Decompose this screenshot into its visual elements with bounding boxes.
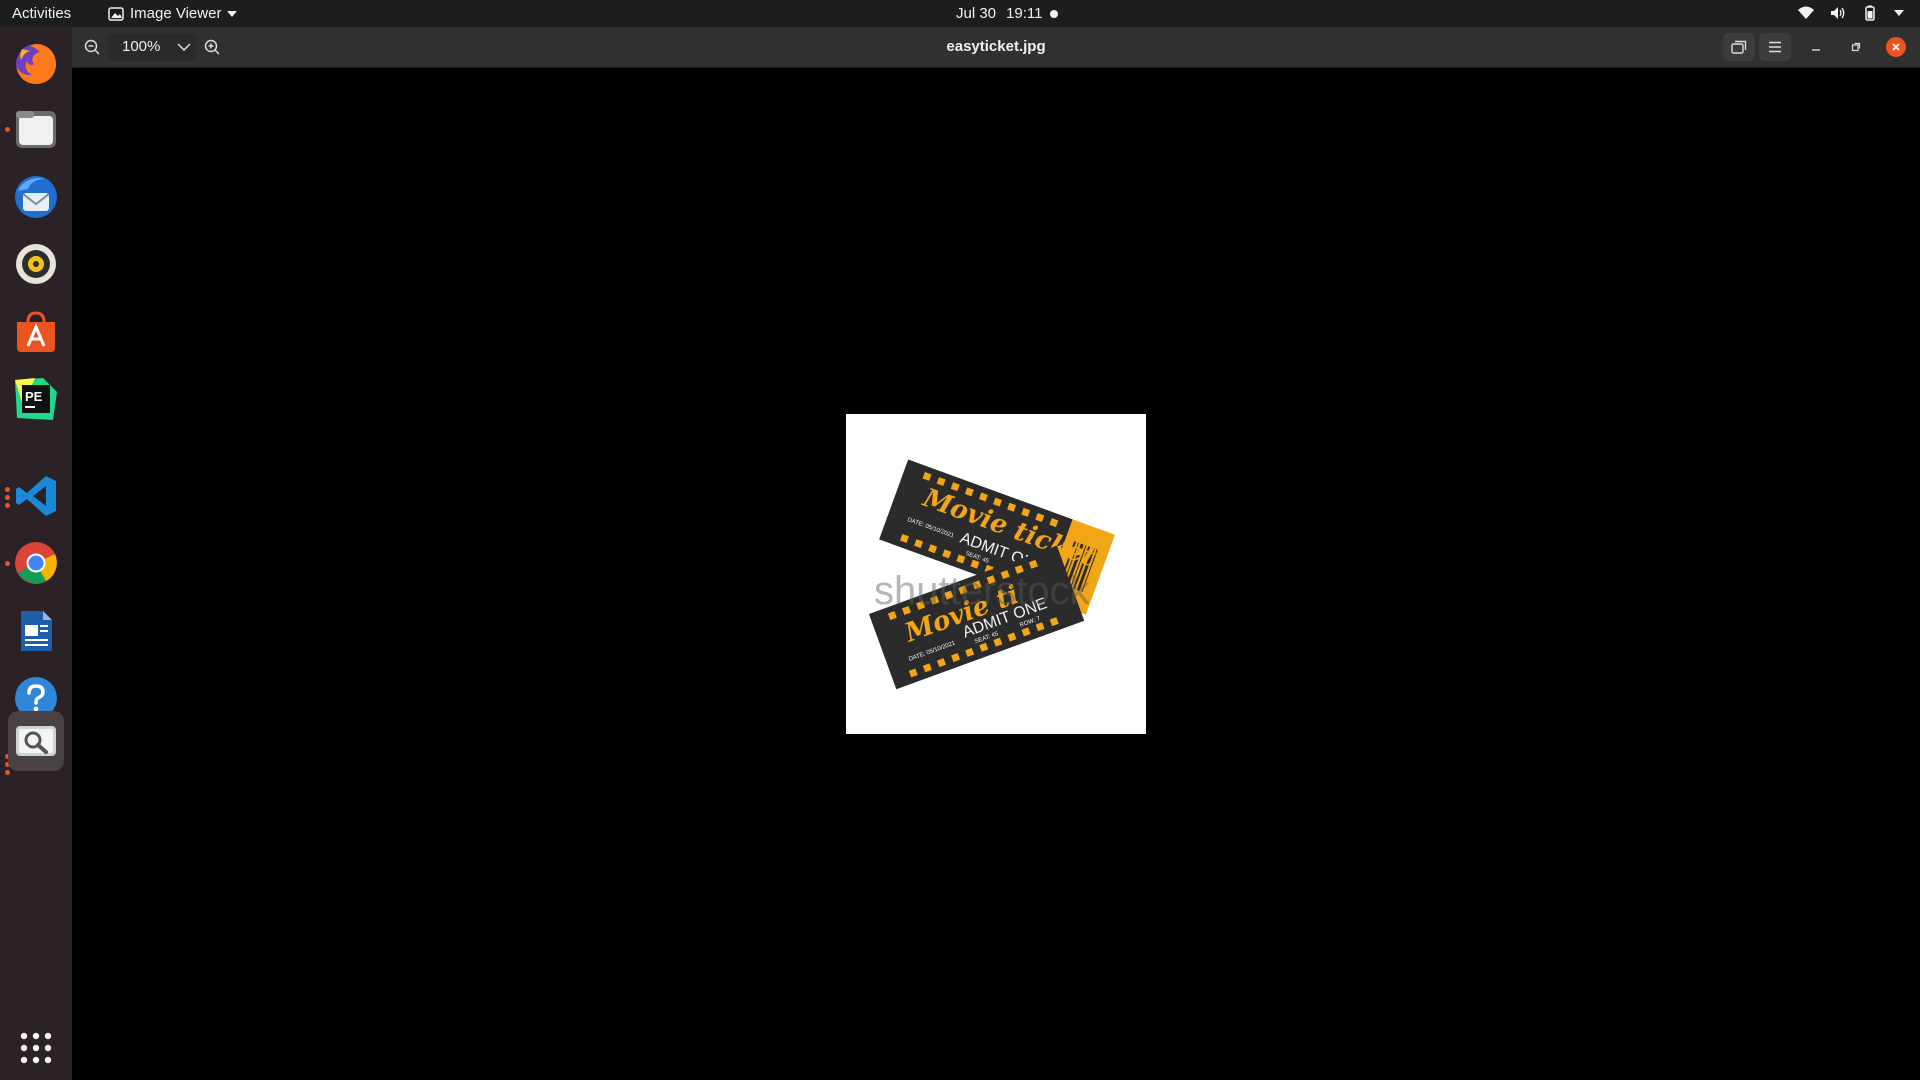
vscode-icon: [16, 476, 56, 516]
dock-item-vscode[interactable]: [8, 468, 64, 524]
image-canvas[interactable]: Movie ticket ADMIT ONE DATE: 05/10/2021 …: [72, 68, 1920, 1080]
displayed-image: Movie ticket ADMIT ONE DATE: 05/10/2021 …: [846, 414, 1146, 734]
clock-time: 19:11: [1006, 5, 1043, 22]
dock: PE: [0, 27, 72, 1080]
wifi-icon: [1798, 6, 1814, 19]
rhythmbox-icon: [16, 244, 56, 284]
image-viewer-app-icon: [108, 6, 124, 21]
dock-item-image-viewer[interactable]: [8, 711, 64, 771]
notification-dot: [1050, 10, 1058, 18]
image-watermark: shutterstock: [874, 569, 1091, 613]
grid-icon: [20, 1032, 52, 1064]
chevron-down-icon: [1894, 10, 1904, 16]
close-button[interactable]: [1882, 33, 1910, 61]
files-icon: [16, 111, 56, 148]
clock-date: Jul 30: [956, 5, 997, 22]
system-tray[interactable]: [1798, 5, 1904, 21]
software-store-icon: [17, 311, 55, 352]
running-indicator: [5, 770, 10, 775]
battery-icon: [1865, 5, 1875, 21]
window-title: easyticket.jpg: [946, 38, 1046, 55]
minimize-button[interactable]: [1802, 33, 1830, 61]
dock-item-rhythmbox[interactable]: [8, 236, 64, 292]
firefox-icon: [16, 44, 56, 84]
activities-button[interactable]: Activities: [12, 5, 71, 22]
gallery-button[interactable]: [1723, 33, 1755, 61]
image-viewer-icon: [16, 726, 56, 756]
dock-item-ubuntu-software[interactable]: [8, 303, 64, 359]
dock-item-thunderbird[interactable]: [8, 169, 64, 225]
thunderbird-icon: [15, 176, 57, 218]
pycharm-edu-icon: PE: [15, 378, 57, 420]
gallery-icon: [1731, 40, 1747, 54]
dock-item-files[interactable]: [8, 101, 64, 157]
maximize-button[interactable]: [1842, 33, 1870, 61]
dock-item-firefox[interactable]: [8, 35, 64, 91]
writer-icon: [21, 611, 52, 651]
minimize-icon: [1812, 49, 1820, 51]
dock-item-libreoffice-writer[interactable]: [8, 603, 64, 659]
chrome-icon: [15, 542, 57, 584]
main-menu-button[interactable]: [1759, 33, 1791, 61]
svg-text:PE: PE: [25, 389, 43, 404]
dock-item-chrome[interactable]: [8, 535, 64, 591]
app-menu[interactable]: Image Viewer: [108, 5, 238, 22]
close-icon: [1886, 37, 1906, 57]
show-applications-button[interactable]: [8, 1020, 64, 1076]
chevron-down-icon: [227, 10, 238, 17]
restore-icon: [1851, 42, 1861, 52]
app-menu-label: Image Viewer: [130, 5, 222, 22]
top-bar: Activities Image Viewer Jul 30 19:11: [0, 0, 1920, 27]
hamburger-menu-icon: [1769, 41, 1781, 53]
clock[interactable]: Jul 30 19:11: [956, 5, 1042, 22]
dock-item-pycharm-edu[interactable]: PE: [8, 371, 64, 427]
volume-icon: [1831, 7, 1845, 19]
header-bar: 100% easyticket.jpg: [72, 27, 1920, 68]
movie-ticket-illustration: Movie ticket ADMIT ONE DATE: 05/10/2021 …: [868, 459, 1115, 690]
